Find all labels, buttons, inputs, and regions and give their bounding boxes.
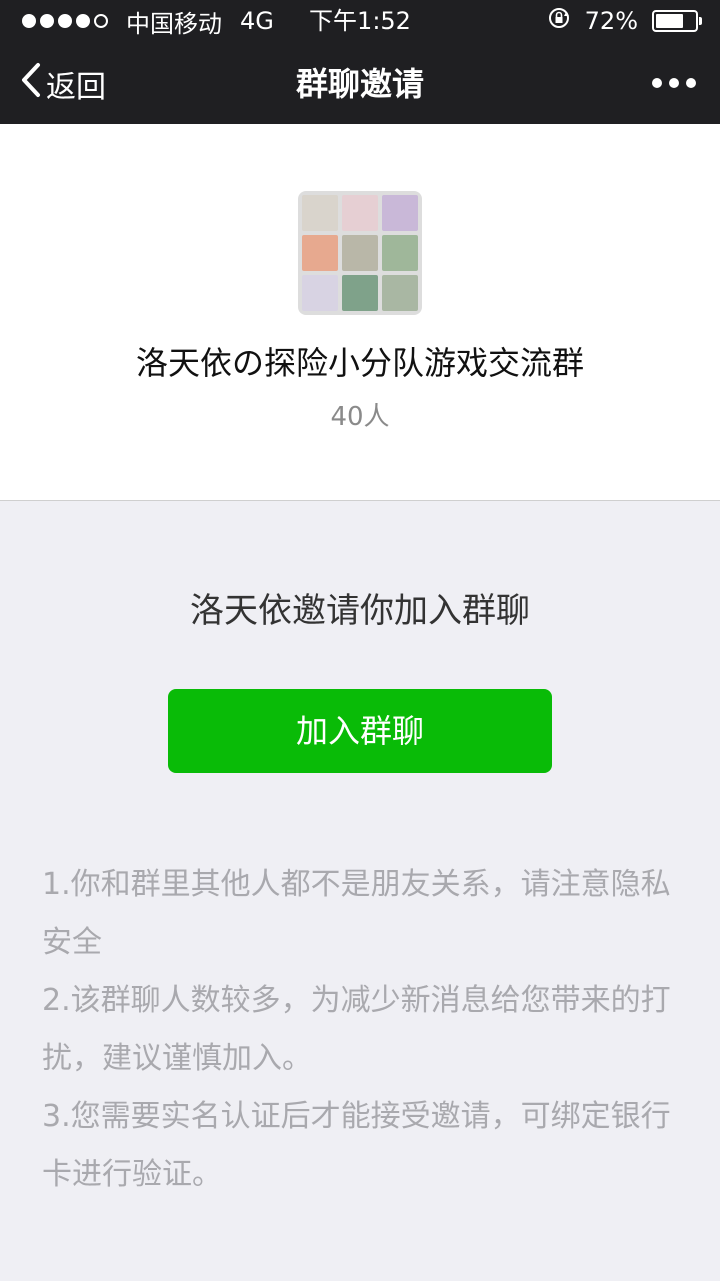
more-dot: [652, 78, 662, 88]
member-avatar: [382, 235, 418, 271]
page-title: 群聊邀请: [295, 65, 424, 103]
battery-icon: [652, 10, 702, 32]
more-dots-icon[interactable]: [652, 78, 696, 88]
group-name: 洛天依の探险小分队游戏交流群: [135, 344, 584, 382]
join-group-button[interactable]: 加入群聊: [168, 689, 552, 773]
member-count: 40人: [330, 402, 390, 432]
notice-item: 2.该群聊人数较多，为减少新消息给您带来的打扰，建议谨慎加入。: [42, 983, 671, 1076]
status-bar-right: 72%: [547, 6, 702, 36]
member-avatar: [342, 195, 378, 231]
navigation-bar: 返回 群聊邀请: [0, 42, 720, 124]
status-bar: 中国移动 4G 下午1:52 72%: [0, 0, 720, 42]
group-info-card: 洛天依の探险小分队游戏交流群 40人: [0, 124, 720, 501]
member-avatar: [382, 195, 418, 231]
member-avatar: [302, 195, 338, 231]
notice-item: 1.你和群里其他人都不是朋友关系，请注意隐私安全: [42, 867, 671, 960]
member-avatar: [382, 275, 418, 311]
member-avatar: [302, 275, 338, 311]
rotation-lock-icon: [547, 6, 571, 36]
member-avatar: [302, 235, 338, 271]
battery-percent: 72%: [584, 7, 638, 35]
notice-item: 3.您需要实名认证后才能接受邀请，可绑定银行卡进行验证。: [42, 1099, 671, 1192]
battery-level-fill: [656, 14, 684, 28]
group-avatar: [298, 191, 422, 315]
notice-list: 1.你和群里其他人都不是朋友关系，请注意隐私安全 2.该群聊人数较多，为减少新消…: [42, 856, 672, 1204]
invite-message: 洛天依邀请你加入群聊: [190, 591, 530, 631]
more-dot: [669, 78, 679, 88]
member-avatar: [342, 275, 378, 311]
member-avatar: [342, 235, 378, 271]
more-dot: [686, 78, 696, 88]
